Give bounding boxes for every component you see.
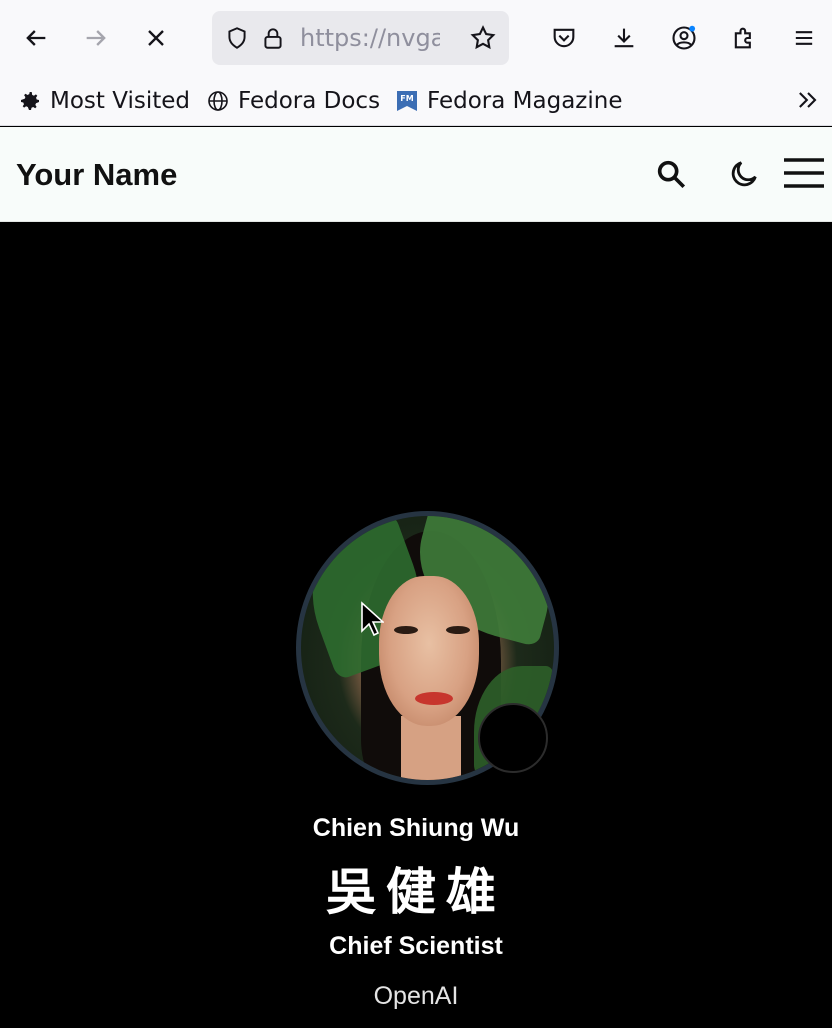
- profile-name-chinese: 吳健雄: [326, 863, 506, 921]
- arrow-left-icon: [26, 30, 46, 46]
- coffee-icon: ☕: [497, 718, 529, 758]
- forward-button[interactable]: [72, 14, 120, 62]
- chevron-double-right-icon[interactable]: [794, 86, 822, 114]
- account-button[interactable]: [660, 14, 708, 62]
- avatar-eye: [394, 626, 418, 634]
- lock-icon[interactable]: [260, 25, 286, 51]
- stop-button[interactable]: [132, 14, 180, 62]
- extensions-button[interactable]: [720, 14, 768, 62]
- profile-organization[interactable]: OpenAI: [0, 982, 832, 1011]
- downloads-button[interactable]: [600, 14, 648, 62]
- profile-name: Chien Shiung Wu: [312, 814, 520, 842]
- bookmark-most-visited[interactable]: Most Visited: [18, 86, 190, 116]
- pocket-button[interactable]: [540, 14, 588, 62]
- download-icon: [614, 28, 634, 48]
- bookmark-label: Fedora Magazine: [427, 88, 623, 114]
- bookmark-fedora-docs[interactable]: Fedora Docs: [206, 86, 380, 116]
- url-text[interactable]: https://nvga: [300, 24, 440, 52]
- fedora-magazine-icon: FM: [397, 91, 417, 111]
- profile-hero: ☕ Chien Shiung Wu 吳健雄 Chief Scientist Op…: [0, 222, 832, 1028]
- moon-icon[interactable]: [727, 157, 761, 191]
- site-navbar: Your Name: [0, 127, 832, 222]
- app-menu-button[interactable]: [780, 14, 828, 62]
- bookmarks-toolbar: Most Visited Fedora Docs FM Fedora Magaz…: [0, 76, 832, 126]
- profile-role: Chief Scientist: [329, 932, 503, 960]
- url-bar[interactable]: https://nvga: [212, 11, 509, 65]
- hamburger-icon: [795, 31, 813, 45]
- star-icon[interactable]: [469, 24, 497, 52]
- site-brand[interactable]: Your Name: [16, 157, 177, 193]
- avatar-lips: [415, 692, 453, 705]
- hamburger-icon[interactable]: [782, 155, 826, 191]
- close-icon: [148, 30, 164, 46]
- account-icon: [672, 25, 696, 50]
- bookmark-label: Fedora Docs: [238, 88, 381, 114]
- globe-icon: [208, 91, 228, 111]
- fm-badge-text: FM: [400, 94, 413, 103]
- bookmark-fedora-magazine[interactable]: FM Fedora Magazine: [395, 86, 622, 116]
- pocket-icon: [553, 28, 575, 48]
- gear-icon: [21, 92, 39, 110]
- arrow-right-icon: [86, 30, 106, 46]
- shield-icon[interactable]: [224, 25, 250, 51]
- search-icon[interactable]: [654, 157, 688, 191]
- avatar-eye: [446, 626, 470, 634]
- bookmark-label: Most Visited: [50, 88, 190, 114]
- avatar-neck: [401, 716, 461, 780]
- puzzle-icon: [734, 27, 751, 49]
- back-button[interactable]: [12, 14, 60, 62]
- browser-toolbar: https://nvga: [0, 0, 832, 76]
- mouse-cursor-icon: [361, 601, 384, 637]
- status-badge: ☕: [478, 703, 548, 773]
